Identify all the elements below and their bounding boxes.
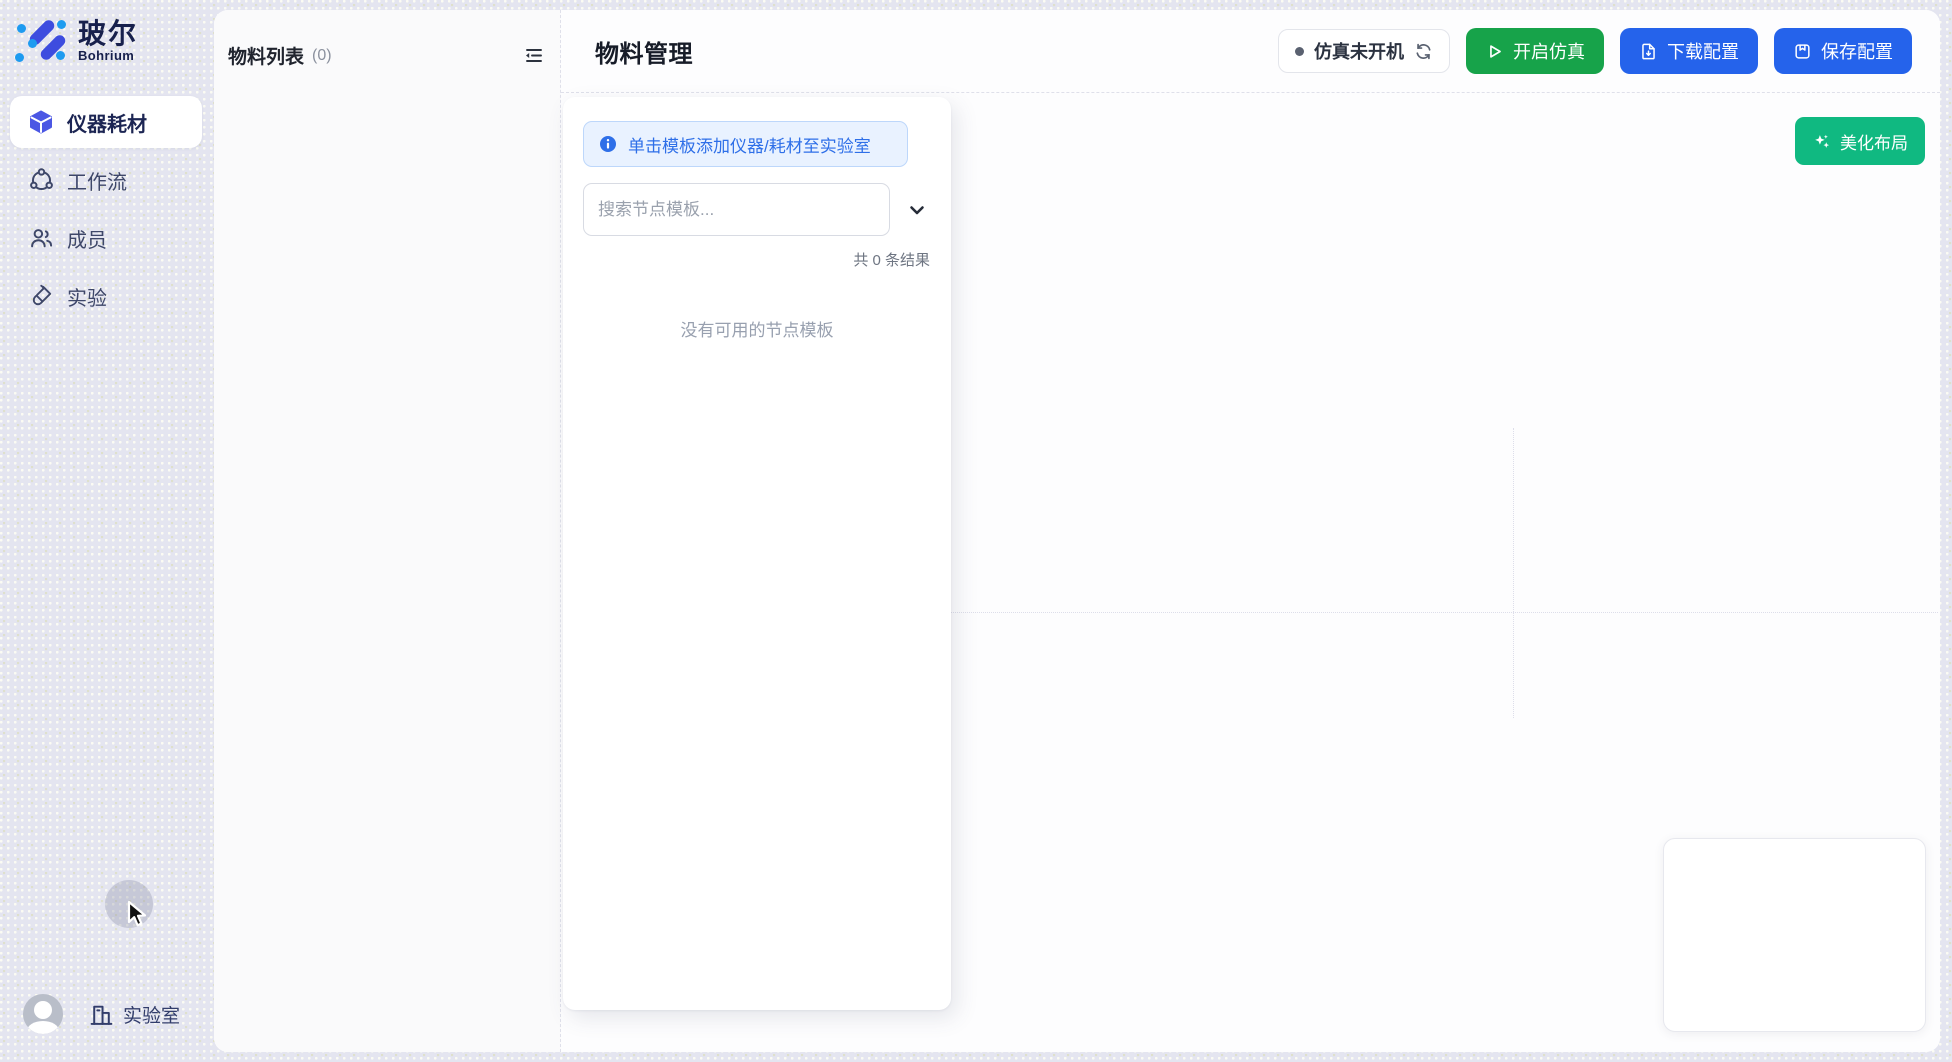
cube-icon [28, 109, 54, 135]
sidebar-item-label: 仪器耗材 [67, 108, 147, 137]
lab-link[interactable]: 实验室 [89, 1001, 180, 1028]
canvas-helper-line-v [1513, 428, 1514, 718]
canvas-helper-line-h [951, 612, 1938, 613]
minimap[interactable] [1663, 838, 1926, 1032]
download-config-button[interactable]: 下载配置 [1620, 28, 1758, 74]
bohrium-logo-icon [14, 18, 66, 64]
status-label: 仿真未开机 [1314, 38, 1404, 64]
material-list-count: (0) [312, 47, 332, 65]
simulation-status-pill[interactable]: 仿真未开机 [1278, 29, 1450, 73]
main-region: 物料管理 仿真未开机 [561, 10, 1940, 1052]
beautify-layout-label: 美化布局 [1840, 129, 1908, 154]
collapse-panel-icon[interactable] [522, 45, 544, 67]
flow-canvas[interactable]: 单击模板添加仪器/耗材至实验室 共 0 条结果 没有可用的节点模板 [561, 93, 1940, 1052]
user-avatar[interactable] [23, 994, 63, 1034]
lab-link-label: 实验室 [123, 1001, 180, 1028]
save-config-label: 保存配置 [1821, 38, 1893, 64]
members-icon [28, 225, 54, 251]
refresh-icon[interactable] [1414, 42, 1433, 61]
sidebar-item-label: 工作流 [67, 166, 127, 195]
sidebar-item-workflow[interactable]: 工作流 [10, 154, 202, 206]
sidebar-item-instruments[interactable]: 仪器耗材 [10, 96, 202, 148]
sidebar-item-label: 成员 [67, 224, 107, 253]
content-wrapper: 物料列表 (0) 物料管理 仿真未开机 [214, 10, 1940, 1052]
mouse-cursor [125, 900, 153, 930]
material-list-panel: 物料列表 (0) [214, 10, 561, 1052]
info-banner-text: 单击模板添加仪器/耗材至实验室 [628, 132, 871, 157]
sparkles-icon [1812, 132, 1831, 151]
brand-text: 玻尔 Bohrium [78, 19, 138, 63]
page-header: 物料管理 仿真未开机 [561, 10, 1940, 93]
sidebar-footer: 实验室 [23, 994, 180, 1034]
sidebar-nav: 仪器耗材 工作流 成员 [0, 96, 214, 322]
brand-name: 玻尔 [78, 19, 138, 48]
search-result-count: 共 0 条结果 [563, 249, 951, 270]
experiment-icon [28, 283, 54, 309]
start-simulation-label: 开启仿真 [1513, 38, 1585, 64]
page-title: 物料管理 [595, 34, 693, 69]
brand-subtitle: Bohrium [78, 48, 138, 63]
empty-template-message: 没有可用的节点模板 [563, 316, 951, 341]
save-icon [1793, 42, 1812, 61]
building-icon [89, 1002, 114, 1027]
template-search-input[interactable] [583, 183, 890, 236]
brand-logo: 玻尔 Bohrium [0, 0, 214, 64]
header-actions: 仿真未开机 [1278, 28, 1912, 74]
template-search-row [583, 183, 931, 236]
status-dot-icon [1295, 47, 1304, 56]
material-list-title: 物料列表 [228, 42, 304, 69]
sidebar-item-members[interactable]: 成员 [10, 212, 202, 264]
save-config-button[interactable]: 保存配置 [1774, 28, 1912, 74]
info-icon [599, 135, 617, 153]
workflow-icon [28, 167, 54, 193]
info-banner: 单击模板添加仪器/耗材至实验室 [583, 121, 908, 167]
sidebar-item-experiment[interactable]: 实验 [10, 270, 202, 322]
download-config-label: 下载配置 [1667, 38, 1739, 64]
file-download-icon [1639, 42, 1658, 61]
node-template-panel: 单击模板添加仪器/耗材至实验室 共 0 条结果 没有可用的节点模板 [563, 97, 951, 1010]
chevron-down-icon[interactable] [905, 198, 929, 222]
sidebar-item-label: 实验 [67, 282, 107, 311]
start-simulation-button[interactable]: 开启仿真 [1466, 28, 1604, 74]
sidebar: 玻尔 Bohrium 仪器耗材 [0, 0, 214, 1062]
material-list-header: 物料列表 (0) [214, 10, 560, 69]
play-icon [1485, 42, 1504, 61]
beautify-layout-button[interactable]: 美化布局 [1795, 117, 1925, 165]
